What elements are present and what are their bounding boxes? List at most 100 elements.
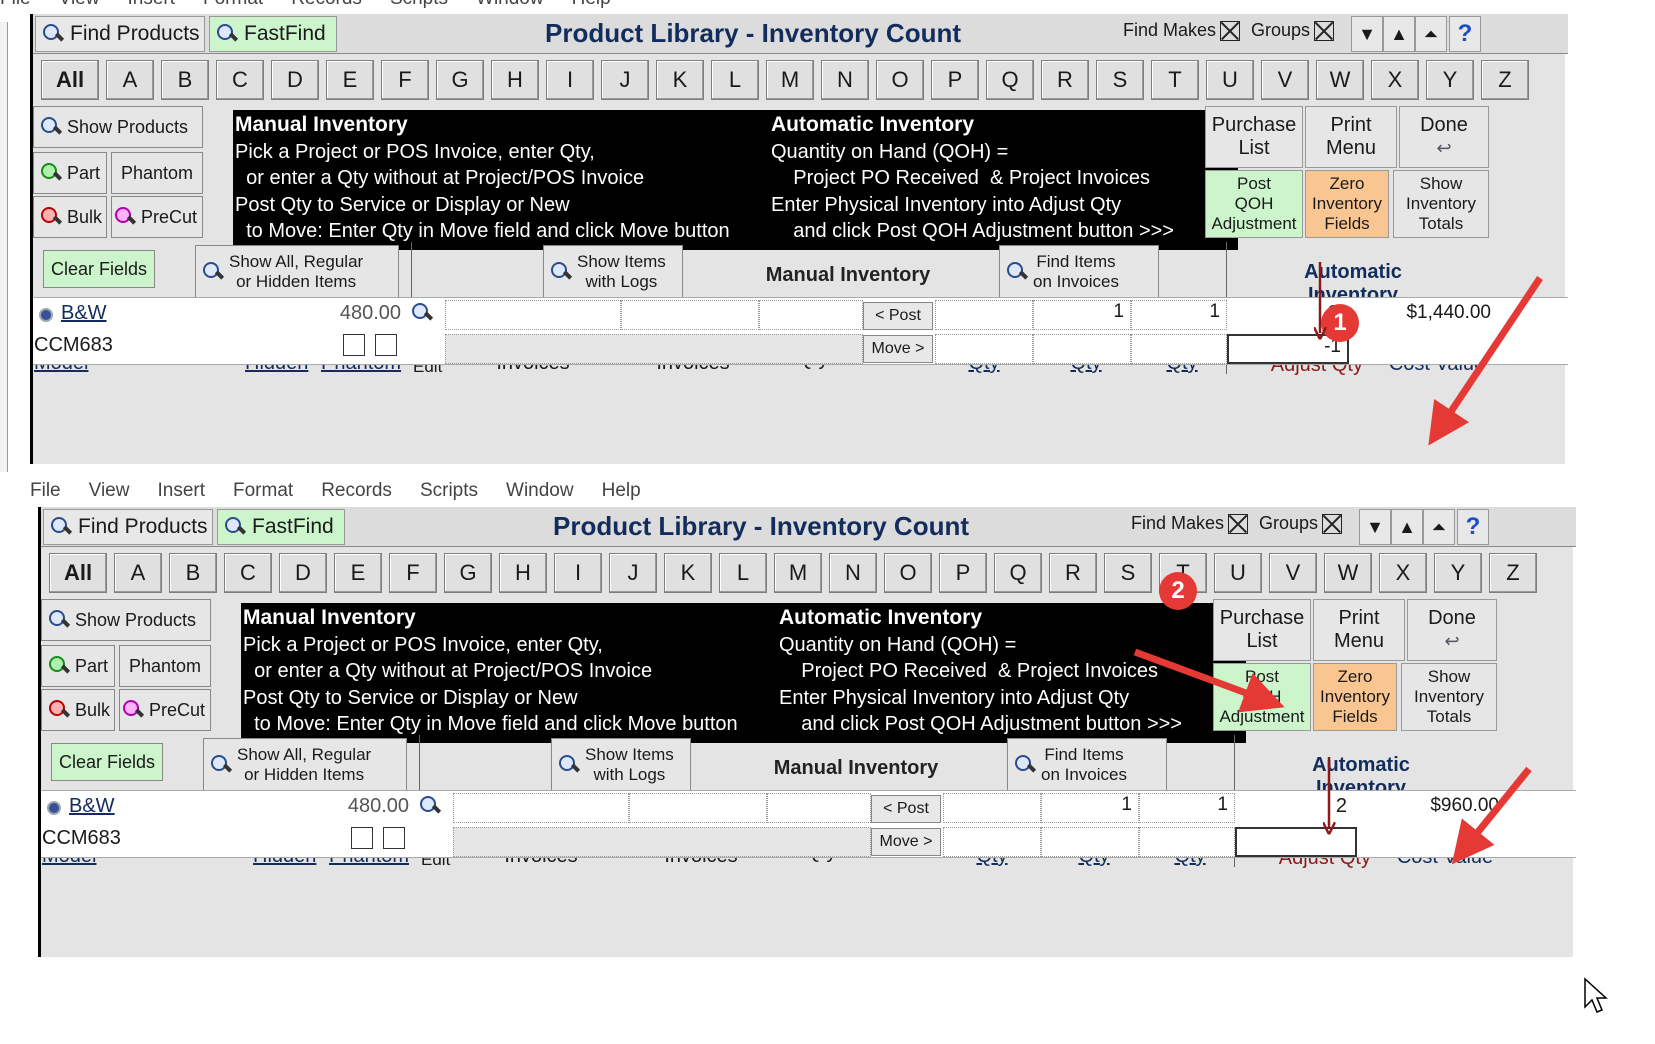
filter-letter-e[interactable]: E — [334, 553, 382, 593]
filter-letter-o[interactable]: O — [876, 60, 924, 100]
filter-letter-i[interactable]: I — [554, 553, 602, 593]
clear-fields-button[interactable]: Clear Fields — [51, 743, 163, 781]
move-button[interactable]: Move > — [871, 828, 941, 856]
menu-records[interactable]: Records — [291, 0, 362, 8]
filter-letter-z[interactable]: Z — [1489, 553, 1537, 593]
purchase-list-button[interactable]: Purchase List — [1213, 599, 1311, 661]
filter-letter-i[interactable]: I — [546, 60, 594, 100]
filter-all-button[interactable]: All — [41, 60, 99, 100]
phantom-button[interactable]: Phantom — [119, 645, 211, 687]
filter-letter-d[interactable]: D — [279, 553, 327, 593]
done-button[interactable]: Done ↩ — [1399, 106, 1489, 168]
show-all-items-button[interactable]: Show All, Regular or Hidden Items — [195, 245, 399, 299]
part-button[interactable]: Part — [41, 645, 115, 687]
find-makes-toggle[interactable]: Find Makes — [1131, 513, 1249, 534]
groups-toggle[interactable]: Groups — [1251, 20, 1335, 41]
done-button[interactable]: Done ↩ — [1407, 599, 1497, 661]
print-menu-button[interactable]: Print Menu — [1313, 599, 1405, 661]
post-button[interactable]: < Post — [863, 302, 933, 330]
filter-letter-f[interactable]: F — [381, 60, 429, 100]
post-qoh-adjustment-button[interactable]: Post QOH Adjustment — [1213, 663, 1311, 731]
filter-letter-j[interactable]: J — [609, 553, 657, 593]
help-button[interactable]: ? — [1449, 16, 1481, 52]
menu-help[interactable]: Help — [572, 0, 611, 8]
make-link[interactable]: B&W — [61, 302, 107, 325]
display-move-field[interactable] — [1033, 334, 1131, 364]
filter-letter-g[interactable]: G — [444, 553, 492, 593]
hidden-checkbox[interactable] — [343, 334, 365, 356]
filter-letter-w[interactable]: W — [1316, 60, 1364, 100]
precut-button[interactable]: PreCut — [119, 689, 211, 731]
filter-letter-n[interactable]: N — [829, 553, 877, 593]
filter-letter-k[interactable]: K — [656, 60, 704, 100]
clear-fields-button[interactable]: Clear Fields — [43, 250, 155, 288]
move-button[interactable]: Move > — [863, 335, 933, 363]
find-items-on-invoices-button[interactable]: Find Items on Invoices — [1007, 738, 1167, 792]
fastfind-button[interactable]: FastFind — [209, 16, 337, 52]
new-move-field[interactable] — [1131, 334, 1227, 364]
new-qty-field[interactable]: 1 — [1131, 300, 1227, 330]
filter-letter-p[interactable]: P — [931, 60, 979, 100]
filter-letter-y[interactable]: Y — [1434, 553, 1482, 593]
filter-letter-l[interactable]: L — [719, 553, 767, 593]
filter-letter-a[interactable]: A — [106, 60, 154, 100]
menu-insert[interactable]: Insert — [127, 0, 175, 8]
menu-view[interactable]: View — [59, 0, 100, 8]
phantom-checkbox[interactable] — [383, 827, 405, 849]
precut-button[interactable]: PreCut — [111, 196, 203, 238]
filter-letter-x[interactable]: X — [1379, 553, 1427, 593]
menu-scripts[interactable]: Scripts — [420, 480, 478, 500]
hidden-checkbox[interactable] — [351, 827, 373, 849]
help-button[interactable]: ? — [1457, 509, 1489, 545]
menu-file[interactable]: File — [0, 0, 31, 8]
menu-records[interactable]: Records — [321, 480, 392, 500]
filter-letter-r[interactable]: R — [1049, 553, 1097, 593]
menu-help[interactable]: Help — [602, 480, 641, 500]
filter-letter-t[interactable]: T — [1151, 60, 1199, 100]
in-out-qty-field[interactable] — [759, 300, 863, 330]
new-move-field[interactable] — [1139, 827, 1235, 857]
filter-letter-b[interactable]: B — [169, 553, 217, 593]
filter-letter-h[interactable]: H — [491, 60, 539, 100]
filter-letter-m[interactable]: M — [774, 553, 822, 593]
show-inventory-totals-button[interactable]: Show Inventory Totals — [1401, 663, 1497, 731]
previous-record-button[interactable]: ▲ — [1383, 16, 1415, 52]
filter-letter-d[interactable]: D — [271, 60, 319, 100]
project-co-field[interactable] — [445, 300, 621, 330]
part-button[interactable]: Part — [33, 152, 107, 194]
display-move-field[interactable] — [1041, 827, 1139, 857]
zero-inventory-fields-button[interactable]: Zero Inventory Fields — [1313, 663, 1397, 731]
filter-letter-l[interactable]: L — [711, 60, 759, 100]
filter-letter-s[interactable]: S — [1104, 553, 1152, 593]
dropdown-arrow-button[interactable]: ▼ — [1351, 16, 1383, 52]
show-products-button[interactable]: Show Products — [33, 106, 203, 148]
first-record-button[interactable]: ⏶ — [1415, 16, 1447, 52]
filter-letter-v[interactable]: V — [1269, 553, 1317, 593]
menu-window[interactable]: Window — [476, 0, 544, 8]
phantom-checkbox[interactable] — [375, 334, 397, 356]
bulk-button[interactable]: Bulk — [41, 689, 115, 731]
find-makes-toggle[interactable]: Find Makes — [1123, 20, 1241, 41]
filter-letter-e[interactable]: E — [326, 60, 374, 100]
show-all-items-button[interactable]: Show All, Regular or Hidden Items — [203, 738, 407, 792]
service-qty-field[interactable] — [935, 300, 1033, 330]
service-move-field[interactable] — [935, 334, 1033, 364]
filter-letter-n[interactable]: N — [821, 60, 869, 100]
menu-format[interactable]: Format — [203, 0, 263, 8]
display-qty-field[interactable]: 1 — [1041, 793, 1139, 823]
filter-letter-w[interactable]: W — [1324, 553, 1372, 593]
filter-letter-p[interactable]: P — [939, 553, 987, 593]
filter-letter-y[interactable]: Y — [1426, 60, 1474, 100]
show-inventory-totals-button[interactable]: Show Inventory Totals — [1393, 170, 1489, 238]
pos-invoices-field[interactable] — [621, 300, 759, 330]
show-items-with-logs-button[interactable]: Show Items with Logs — [551, 738, 691, 792]
service-move-field[interactable] — [943, 827, 1041, 857]
filter-letter-u[interactable]: U — [1206, 60, 1254, 100]
menu-file[interactable]: File — [30, 480, 61, 500]
filter-letter-b[interactable]: B — [161, 60, 209, 100]
filter-letter-u[interactable]: U — [1214, 553, 1262, 593]
filter-letter-g[interactable]: G — [436, 60, 484, 100]
bulk-button[interactable]: Bulk — [33, 196, 107, 238]
filter-all-button[interactable]: All — [49, 553, 107, 593]
new-qty-field[interactable]: 1 — [1139, 793, 1235, 823]
